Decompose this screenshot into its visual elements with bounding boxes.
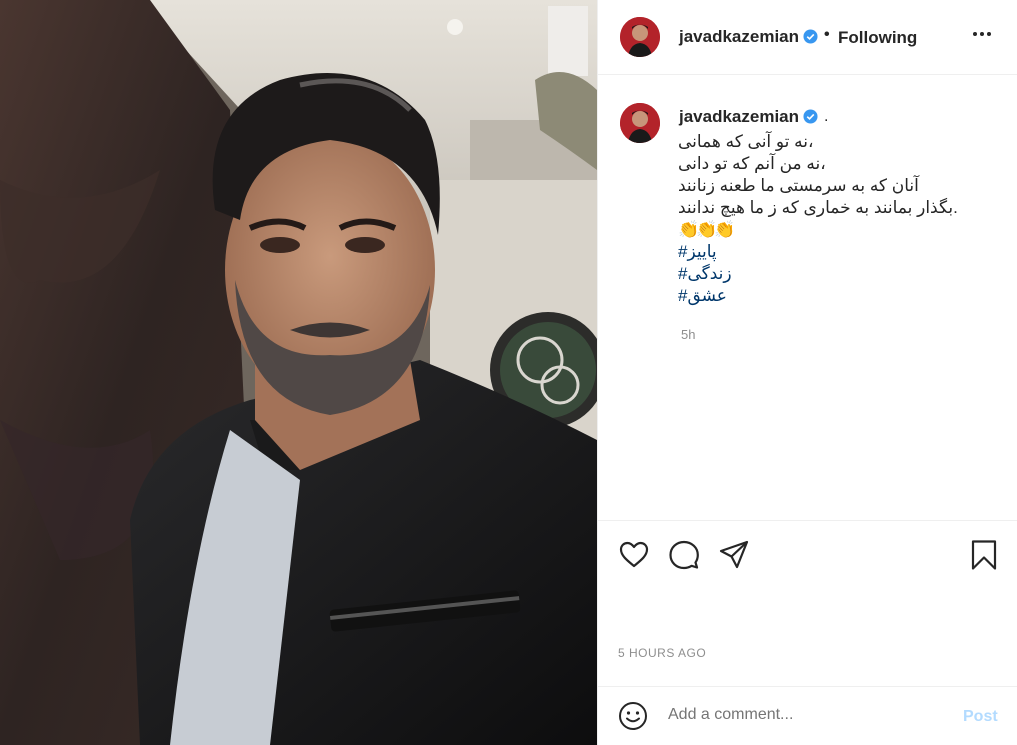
caption-tail: . [824,108,829,125]
bookmark-icon[interactable] [968,539,1000,571]
heart-icon[interactable] [618,539,650,571]
avatar[interactable] [620,17,660,57]
caption-username-text[interactable]: javadkazemian [679,107,799,126]
smiley-icon[interactable] [618,701,648,731]
username-link[interactable]: javadkazemian [679,27,818,47]
separator-dot: • [824,26,830,43]
post-header: javadkazemian • Following [598,0,1017,75]
caption-comment: javadkazemian . نه تو آنی که همانی، نه م… [598,75,1017,521]
post-timestamp[interactable]: 5 HOURS AGO [618,646,706,660]
more-options-icon[interactable] [970,22,994,46]
comment-bubble-icon[interactable] [668,539,700,571]
hashtag-link[interactable]: #زندگی [678,263,732,285]
hashtag-link[interactable]: #عشق [678,285,727,307]
hashtag-link[interactable]: #پاییز [678,241,717,263]
caption-username[interactable]: javadkazemian [679,107,818,127]
caption-line: نه من آنم که تو دانی، [678,154,826,173]
paper-plane-icon[interactable] [718,539,750,571]
caption-avatar[interactable] [620,103,660,143]
caption-line: آنان که به سرمستی ما طعنه زنانند [678,176,919,195]
verified-badge-icon [803,29,818,44]
caption-line: بگذار بمانند به خماری که ز ما هیچ ندانند… [678,198,958,217]
verified-badge-icon [803,109,818,124]
comment-composer: Post [598,686,1017,745]
comment-input[interactable] [668,706,948,724]
relative-time[interactable]: 5h [681,327,695,342]
username-text[interactable]: javadkazemian [679,27,799,46]
caption-emojis: 👏👏👏 [678,220,735,239]
post-button[interactable]: Post [963,708,998,726]
post-details-panel: javadkazemian • Following javadkazemian … [597,0,1017,745]
post-photo[interactable] [0,0,597,745]
caption-line: نه تو آنی که همانی، [678,132,814,151]
following-button[interactable]: Following [838,28,917,48]
action-bar [598,521,1017,591]
